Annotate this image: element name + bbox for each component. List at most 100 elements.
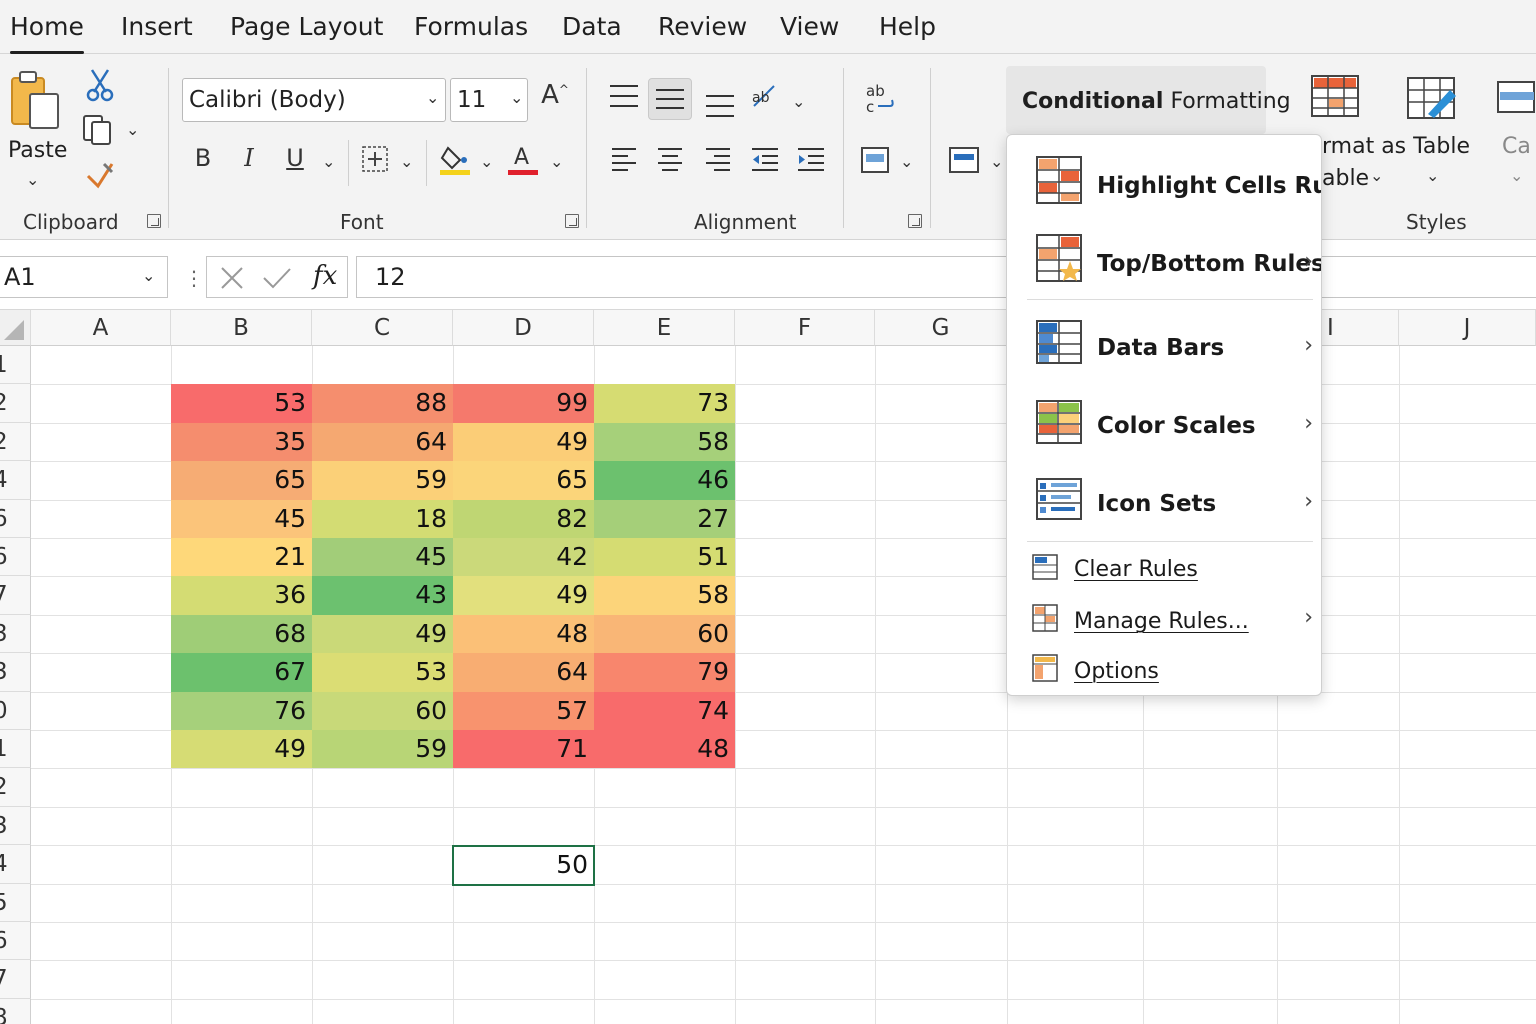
column-header-j[interactable]: J xyxy=(1399,310,1536,346)
table-cell[interactable]: 59 xyxy=(312,461,453,500)
italic-icon[interactable]: I xyxy=(238,146,260,170)
row-header[interactable]: 4 xyxy=(0,461,31,500)
table-cell[interactable]: 45 xyxy=(312,538,453,577)
row-header[interactable]: 8 xyxy=(0,998,31,1024)
column-header-a[interactable]: A xyxy=(31,310,171,346)
row-header[interactable]: 2 xyxy=(0,384,31,423)
tab-view[interactable]: View xyxy=(780,12,839,41)
table-cell[interactable]: 79 xyxy=(594,653,735,692)
font-family-select[interactable]: Calibri (Body) xyxy=(182,78,446,122)
row-header[interactable]: 3 xyxy=(0,614,31,654)
orientation-icon[interactable]: ab xyxy=(750,82,784,112)
cut-icon[interactable] xyxy=(86,68,114,102)
row-header[interactable]: 7 xyxy=(0,960,31,999)
table-cell[interactable]: 49 xyxy=(312,614,453,654)
tab-review[interactable]: Review xyxy=(658,12,747,41)
orientation-chevron-down-icon[interactable]: ⌄ xyxy=(792,92,805,111)
copy-icon[interactable] xyxy=(82,114,118,146)
merge-chevron-down-icon[interactable]: ⌄ xyxy=(900,152,913,171)
align-bottom-icon[interactable] xyxy=(704,92,736,118)
align-left-icon[interactable] xyxy=(610,146,638,172)
font-color-chevron-down-icon[interactable]: ⌄ xyxy=(550,152,563,171)
merge-center-icon[interactable] xyxy=(860,144,890,176)
table-cell[interactable]: 53 xyxy=(171,384,312,423)
cell-styles-label[interactable]: Ca xyxy=(1502,134,1531,159)
table-cell[interactable]: 36 xyxy=(171,576,312,615)
table-cell[interactable]: 49 xyxy=(171,730,312,769)
table-cell[interactable]: 45 xyxy=(171,499,312,538)
table-cell[interactable]: 65 xyxy=(453,461,594,500)
menu-item-top-bottom-rules[interactable]: Top/Bottom Rules › xyxy=(1007,221,1321,301)
table-cell[interactable]: 68 xyxy=(171,614,312,654)
row-header[interactable]: 1 xyxy=(0,346,31,385)
tab-help[interactable]: Help xyxy=(879,12,936,41)
underline-chevron-down-icon[interactable]: ⌄ xyxy=(322,152,335,171)
row-header[interactable]: 6 xyxy=(0,538,31,577)
table-cell[interactable]: 18 xyxy=(312,499,453,538)
copy-chevron-down-icon[interactable]: ⌄ xyxy=(126,120,139,139)
table-cell[interactable]: 82 xyxy=(453,499,594,538)
column-header-f[interactable]: F xyxy=(735,310,875,346)
menu-item-options[interactable]: Options xyxy=(1007,645,1321,695)
table-cell[interactable]: 74 xyxy=(594,691,735,730)
table-cell[interactable]: 60 xyxy=(594,614,735,654)
paste-button[interactable] xyxy=(8,68,64,134)
row-header[interactable]: 7 xyxy=(0,576,31,615)
row-header[interactable]: 1 xyxy=(0,730,31,769)
font-color-icon[interactable]: A xyxy=(508,142,540,176)
table-cell[interactable]: 65 xyxy=(171,461,312,500)
column-header-d[interactable]: D xyxy=(453,310,594,346)
tab-home[interactable]: Home xyxy=(10,12,84,54)
fill-color-chevron-down-icon[interactable]: ⌄ xyxy=(480,152,493,171)
bold-icon[interactable]: B xyxy=(192,146,214,170)
select-all-corner[interactable] xyxy=(0,310,31,346)
table-cell[interactable]: 53 xyxy=(312,653,453,692)
table-cell[interactable]: 67 xyxy=(171,653,312,692)
format-as-table-icon[interactable] xyxy=(1310,74,1362,120)
font-launcher-icon[interactable] xyxy=(565,214,579,228)
table-cell[interactable]: 73 xyxy=(594,384,735,423)
table-cell[interactable]: 58 xyxy=(594,422,735,462)
table-cell[interactable]: 88 xyxy=(312,384,453,423)
table-cell[interactable]: 64 xyxy=(453,653,594,692)
tab-data[interactable]: Data xyxy=(562,12,622,41)
format-as-table-alt-icon[interactable] xyxy=(1406,76,1460,122)
menu-item-manage-rules[interactable]: Manage Rules... › xyxy=(1007,595,1321,645)
column-header-e[interactable]: E xyxy=(594,310,735,346)
table-cell[interactable]: 48 xyxy=(453,614,594,654)
underline-icon[interactable]: U xyxy=(284,146,306,170)
align-right-icon[interactable] xyxy=(704,146,732,172)
borders-chevron-down-icon[interactable]: ⌄ xyxy=(400,152,413,171)
increase-indent-icon[interactable] xyxy=(796,146,826,172)
table-cell[interactable]: 58 xyxy=(594,576,735,615)
row-header[interactable]: 5 xyxy=(0,883,31,922)
column-header-g[interactable]: G xyxy=(875,310,1007,346)
cell-styles-chevron-down-icon[interactable]: ⌄ xyxy=(1510,166,1523,185)
table-cell[interactable]: 21 xyxy=(171,538,312,577)
align-middle-icon[interactable] xyxy=(648,78,692,120)
row-header[interactable]: 6 xyxy=(0,922,31,961)
tab-page-layout[interactable]: Page Layout xyxy=(230,12,383,41)
menu-item-data-bars[interactable]: Data Bars › xyxy=(1007,307,1321,387)
menu-item-color-scales[interactable]: Color Scales › xyxy=(1007,387,1321,465)
fill-color-icon[interactable] xyxy=(440,142,472,176)
table-cell[interactable]: 35 xyxy=(171,422,312,462)
borders-icon[interactable] xyxy=(360,144,390,174)
table-cell[interactable]: 48 xyxy=(594,730,735,769)
cancel-icon[interactable] xyxy=(219,265,245,291)
row-header[interactable]: 4 xyxy=(0,845,31,884)
number-format-icon[interactable] xyxy=(948,144,982,176)
column-header-c[interactable]: C xyxy=(312,310,453,346)
table-cell[interactable]: 42 xyxy=(453,538,594,577)
table-cell[interactable]: 57 xyxy=(453,691,594,730)
column-header-b[interactable]: B xyxy=(171,310,312,346)
table-cell[interactable]: 49 xyxy=(453,576,594,615)
paste-chevron-down-icon[interactable]: ⌄ xyxy=(26,170,39,189)
format-as-table-chevron-down-icon[interactable]: ⌄ xyxy=(1370,166,1383,185)
enter-icon[interactable] xyxy=(261,265,293,291)
table-cell[interactable]: 59 xyxy=(312,730,453,769)
cell-styles-icon[interactable] xyxy=(1496,78,1536,118)
font-size-chevron-down-icon[interactable]: ⌄ xyxy=(510,88,523,107)
row-header[interactable]: 0 xyxy=(0,691,31,730)
formula-input[interactable]: 12 xyxy=(356,256,1536,298)
